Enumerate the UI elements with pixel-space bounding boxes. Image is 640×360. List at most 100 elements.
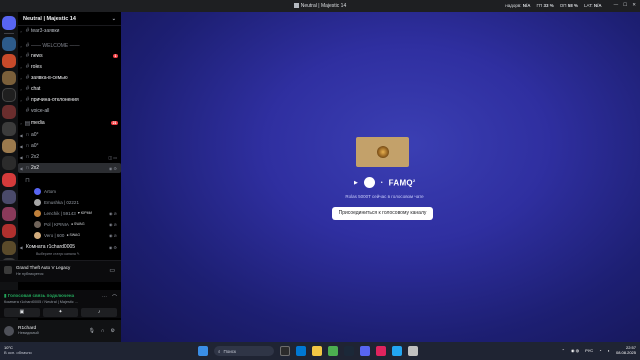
channel-label: a0° <box>31 143 39 149</box>
explorer-icon[interactable] <box>312 346 322 356</box>
headphones-icon[interactable]: ∩ <box>101 328 105 334</box>
server-icon[interactable] <box>2 54 16 68</box>
member-item[interactable]: Emushka | 02221 <box>18 197 121 207</box>
member-status-icons: ◉ ⊘ <box>109 221 117 227</box>
stat-2: ГП 33 % <box>536 2 554 8</box>
game-subtitle: Не публикуется <box>16 272 44 276</box>
chevron-down-icon: ⌄ <box>111 15 116 22</box>
voice-channel[interactable]: ◀ ∩ a0° <box>18 130 121 140</box>
gear-icon[interactable]: ⚙ <box>111 328 115 334</box>
soundboard-button[interactable]: ♪ <box>81 308 118 317</box>
voice-action-icons[interactable]: ◉ ⚙ <box>109 166 117 171</box>
monitor-icon[interactable]: ▭ <box>109 267 115 274</box>
channel-item[interactable]: › # причина-отклонения <box>18 95 121 105</box>
server-icon[interactable] <box>2 37 16 51</box>
app-icon[interactable] <box>328 346 338 356</box>
member-item[interactable]: Pol | KPINIA ● SWAG ◉ ⊘ <box>18 219 121 229</box>
channel-item[interactable]: › # roles <box>18 62 121 72</box>
channel-item[interactable]: › # chat <box>18 84 121 94</box>
channel-label: причина-отклонения <box>31 97 79 103</box>
network-icon[interactable]: ◔ <box>599 348 601 353</box>
steam-icon[interactable] <box>344 346 354 356</box>
member-item[interactable]: Vero | 600 ● SWAG ◉ ⊘ <box>18 230 121 240</box>
hash-icon: # <box>25 43 30 49</box>
avatar[interactable] <box>4 326 14 336</box>
hash-icon: # <box>25 53 30 59</box>
channel-label: chat <box>31 86 41 92</box>
volume-icon[interactable]: ◖ <box>608 348 610 353</box>
channel-item[interactable]: › # заявка-в-семью <box>18 73 121 83</box>
discord-icon[interactable] <box>360 346 370 356</box>
hash-icon: # <box>25 64 30 70</box>
home-icon[interactable] <box>2 16 16 30</box>
member-name: Emushka | 02221 <box>44 199 79 205</box>
windows-start-icon[interactable] <box>198 346 208 356</box>
telegram-icon[interactable] <box>392 346 402 356</box>
voice-channel[interactable]: ◀ ∩ 2x2 ◫ ▭ <box>18 152 121 162</box>
date: 08.08.2025 <box>615 350 636 355</box>
noise-suppression-icon[interactable]: ⋯ <box>102 294 107 301</box>
join-voice-button[interactable]: Присоединиться к голосовому каналу <box>332 207 433 220</box>
channel-item[interactable]: › ▤ media 21 <box>18 118 121 128</box>
taskbar-apps: ⌕ Поиск <box>198 346 418 356</box>
camera-button[interactable]: ▣ <box>4 308 40 317</box>
app-icon[interactable] <box>408 346 418 356</box>
server-icon[interactable] <box>2 224 16 238</box>
task-view-icon[interactable] <box>280 346 290 356</box>
search-input[interactable]: ⌕ Поиск <box>214 346 274 356</box>
weather-desc: В осн. облачно <box>4 350 32 355</box>
channel-label: media <box>31 120 45 126</box>
stat-4: LAT: N/A <box>583 2 602 8</box>
voice-room-status[interactable]: Выберите статус канала ✎ <box>18 250 121 257</box>
tray-icons[interactable]: ◉ ◍ <box>571 348 579 353</box>
server-icon[interactable] <box>2 122 16 136</box>
server-icon[interactable] <box>2 241 16 255</box>
overlay-stats: надорв: N/A ГП 33 % ОП 58 % LAT: N/A — ☐… <box>505 2 636 8</box>
tray-chevron-icon[interactable]: ⌃ <box>562 348 565 353</box>
avatar <box>34 187 41 195</box>
server-icon[interactable] <box>2 71 16 85</box>
maximize-button[interactable]: ☐ <box>623 2 627 8</box>
microphone-icon[interactable]: 🎙 <box>89 328 95 334</box>
channel-item[interactable]: # voice-all <box>18 106 121 116</box>
activity-status: Rolas 5000T сейчас в голосовом чате <box>345 194 424 199</box>
voice-channel-path[interactable]: Комната r1chard0005 / Neutral | Majestic… <box>4 300 78 304</box>
game-icon <box>4 266 12 274</box>
activity-button[interactable]: ✦ <box>42 308 79 317</box>
language-indicator[interactable]: РУС <box>585 348 593 353</box>
member-name: Pol | KPINIA <box>44 221 69 227</box>
member-tag: ♥ ЮРМИ <box>77 211 93 215</box>
server-icon[interactable] <box>2 156 16 170</box>
server-icon[interactable] <box>2 139 16 153</box>
avatar <box>34 220 41 228</box>
disconnect-icon[interactable]: ⌒ <box>112 294 117 301</box>
member-item[interactable]: Artom <box>18 186 121 196</box>
server-icon[interactable] <box>2 207 16 221</box>
voice-channel-active[interactable]: ◀ ∩ 2x2 ◉ ⚙ <box>18 163 121 173</box>
member-item[interactable]: Lenchik | 59143 ♥ ЮРМИ ◉ ⊘ <box>18 208 121 218</box>
server-icon[interactable] <box>2 173 16 187</box>
member-tag: ● SWAG <box>66 233 81 237</box>
window-controls: — ☐ ✕ <box>614 2 636 8</box>
play-icon: ▶ <box>354 179 358 186</box>
channel-label: news <box>31 53 43 59</box>
server-header[interactable]: Neutral | Majestic 14 ⌄ <box>18 12 121 26</box>
edge-icon[interactable] <box>296 346 306 356</box>
app-icon[interactable] <box>376 346 386 356</box>
server-icon[interactable] <box>2 88 16 102</box>
voice-action-icons[interactable]: ◉ ⚙ <box>109 245 117 250</box>
game-activity[interactable]: Grand Theft Auto V Legacy Не публикуется… <box>0 260 121 282</box>
close-button[interactable]: ✕ <box>632 2 636 8</box>
server-icon[interactable] <box>2 105 16 119</box>
server-icon[interactable] <box>2 190 16 204</box>
voice-count-icon: ◫ ▭ <box>108 154 117 160</box>
weather-widget[interactable]: 10°C В осн. облачно <box>4 345 32 355</box>
channel-label: 2x2 <box>31 165 40 171</box>
channel-item[interactable]: › # tear3-заявки <box>18 26 121 36</box>
activity-thumbnail[interactable] <box>356 137 409 167</box>
channel-item[interactable]: › # news 1 <box>18 51 121 61</box>
voice-channel[interactable]: ◀ ∩ a0° <box>18 141 121 151</box>
clock[interactable]: 22:57 08.08.2025 <box>616 345 636 355</box>
member-status-icons: ◉ ⊘ <box>109 232 117 238</box>
minimize-button[interactable]: — <box>614 2 619 8</box>
